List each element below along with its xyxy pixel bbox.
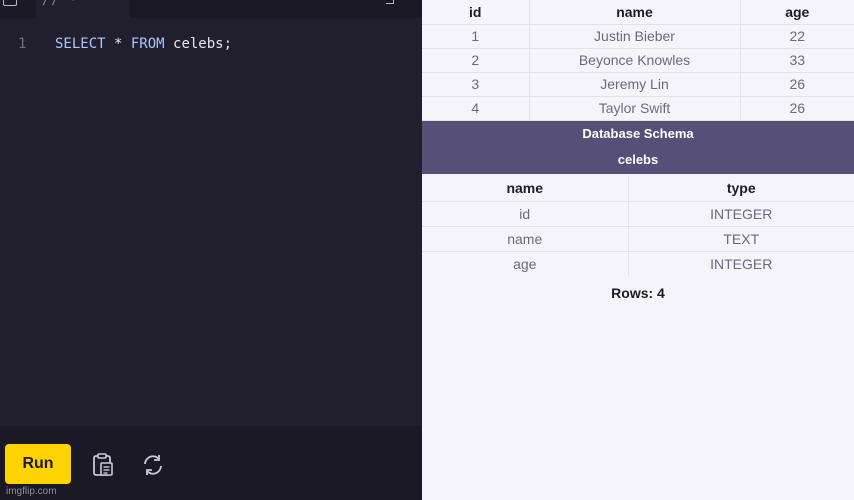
table-row: name TEXT [422, 226, 854, 252]
table-row: 2 Beyonce Knowles 33 [422, 48, 854, 73]
schema-table-name: celebs [617, 152, 659, 167]
table-row: id INTEGER [422, 201, 854, 227]
editor-toolbar: Run [0, 426, 422, 500]
table-cell: 2 [422, 48, 530, 73]
schema-table: name type id INTEGER name TEXT age INTEG… [422, 176, 854, 276]
expand-icon[interactable] [386, 0, 394, 4]
table-cell: TEXT [628, 226, 854, 252]
code-token: celebs; [164, 36, 233, 52]
table-header-row: name type [422, 176, 854, 202]
code-keyword: FROM [130, 36, 165, 52]
clipboard-icon[interactable] [90, 452, 116, 478]
table-cell: INTEGER [628, 201, 854, 227]
table-cell: 33 [740, 48, 854, 73]
results-pane: id name age 1 Justin Bieber 22 2 Beyonce… [422, 0, 854, 500]
code-line[interactable]: SELECT * FROM celebs; [55, 36, 232, 52]
code-token: * [105, 36, 131, 52]
refresh-icon[interactable] [140, 452, 166, 478]
table-cell: Beyonce Knowles [529, 48, 741, 73]
editor-tab[interactable]: // · [36, 0, 130, 18]
table-row: 4 Taylor Swift 26 [422, 96, 854, 121]
table-cell: id [422, 201, 629, 227]
run-button[interactable]: Run [5, 444, 71, 484]
table-cell: 22 [740, 24, 854, 49]
table-cell: 4 [422, 96, 530, 121]
table-cell: 3 [422, 72, 530, 97]
code-editor-pane: // · 1 SELECT * FROM celebs; Run imgflip… [0, 0, 422, 500]
line-number: 1 [18, 36, 27, 52]
rows-count: Rows: 4 [611, 285, 665, 301]
table-cell: 1 [422, 24, 530, 49]
table-row: 1 Justin Bieber 22 [422, 24, 854, 49]
schema-title: Database Schema [582, 126, 694, 141]
table-cell: Jeremy Lin [529, 72, 741, 97]
column-header: type [628, 176, 854, 202]
table-row: age INTEGER [422, 251, 854, 276]
watermark: imgflip.com [6, 486, 57, 497]
table-cell: Justin Bieber [529, 24, 741, 49]
table-header-row: id name age [422, 0, 854, 25]
column-header: age [740, 0, 854, 25]
column-header: name [529, 0, 741, 25]
code-keyword: SELECT [55, 36, 106, 52]
schema-header: Database Schema celebs [422, 121, 854, 174]
file-icon[interactable] [3, 0, 17, 6]
column-header: name [422, 176, 629, 202]
query-results-table: id name age 1 Justin Bieber 22 2 Beyonce… [422, 0, 854, 121]
column-header: id [422, 0, 530, 25]
table-cell: 26 [740, 96, 854, 121]
table-cell: INTEGER [710, 255, 773, 272]
table-row: 3 Jeremy Lin 26 [422, 72, 854, 97]
table-cell: age [422, 251, 629, 276]
table-cell: Taylor Swift [529, 96, 741, 121]
tab-label-fragment: // · [42, 0, 79, 7]
table-cell: 26 [740, 72, 854, 97]
table-cell: name [422, 226, 629, 252]
editor-tab-bar: // · [0, 0, 422, 18]
